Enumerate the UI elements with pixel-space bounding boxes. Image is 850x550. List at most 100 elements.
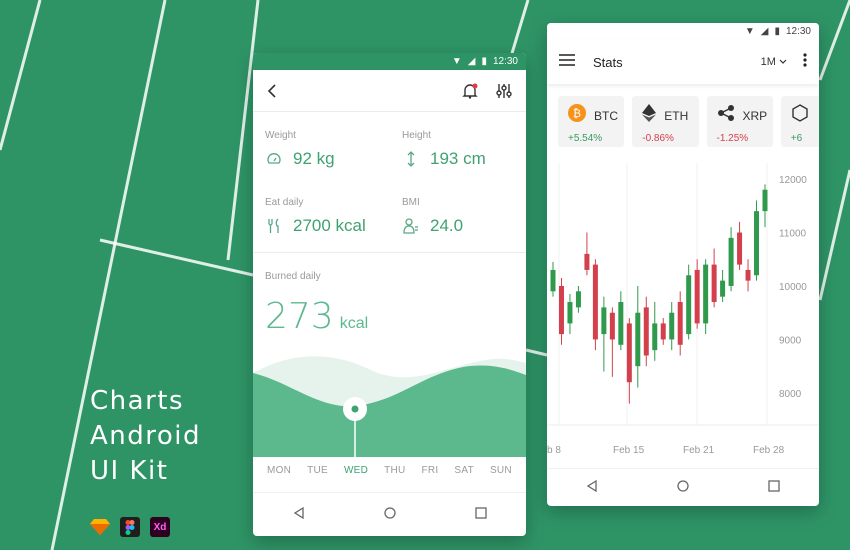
coin-card-btc[interactable]: ₿ BTC +5.54% (558, 96, 625, 147)
page-title: Stats (593, 54, 623, 70)
coin-card-eth[interactable]: ETH -0.86% (632, 96, 699, 147)
y-tick-label: 8000 (779, 389, 802, 400)
candle-down (626, 323, 632, 383)
app-bar (253, 70, 526, 112)
coin-change: +6 (790, 133, 803, 144)
health-phone: ▼ ◢ ▮ 12:30 Weight 92 kg Height 193 cm E… (253, 53, 526, 536)
signal-icon: ◢ (760, 26, 769, 37)
x-tick-label: Feb 15 (613, 445, 645, 456)
range-selector[interactable]: 1M (761, 56, 787, 68)
nav-recents-icon[interactable] (474, 506, 487, 524)
status-bar: ▼ ◢ ▮ 12:30 (547, 23, 819, 40)
candle-up (550, 269, 556, 292)
more-vert-icon[interactable] (803, 52, 807, 72)
metric-bmi: BMI 24.0 (402, 179, 526, 246)
metric-label: Height (402, 130, 431, 141)
candle-up (728, 237, 734, 286)
tool-icons: Xd (90, 517, 170, 537)
metrics-grid: Weight 92 kg Height 193 cm Eat daily 270… (253, 112, 526, 246)
metric-label: Eat daily (265, 197, 304, 208)
day-sat[interactable]: SAT (454, 465, 474, 476)
candle-up (575, 291, 581, 308)
crypto-stats-phone: ▼ ◢ ▮ 12:30 Stats 1M ₿ BTC +5.54% ETH -0… (547, 23, 819, 506)
day-sun[interactable]: SUN (490, 465, 512, 476)
candle-up (567, 302, 573, 324)
candle-down (643, 307, 649, 356)
wifi-icon: ▼ (744, 26, 755, 37)
chevron-down-icon (779, 59, 787, 64)
nav-home-icon[interactable] (677, 479, 689, 497)
coin-card-partial[interactable]: +6 (780, 96, 819, 147)
notification-bell-icon[interactable] (462, 83, 478, 99)
battery-icon: ▮ (481, 56, 487, 67)
candle-down (660, 323, 666, 340)
candle-down (677, 302, 683, 345)
burned-area-chart (253, 356, 526, 457)
xd-icon: Xd (150, 517, 170, 537)
metric-weight: Weight 92 kg (265, 112, 402, 179)
status-time: 12:30 (785, 26, 811, 37)
metric-value: 2700 kcal (293, 216, 366, 235)
nav-back-icon[interactable] (586, 479, 598, 497)
range-value: 1M (760, 56, 776, 68)
sketch-icon (90, 517, 110, 537)
candle-down (745, 269, 751, 281)
coin-card-xrp[interactable]: XRP -1.25% (706, 96, 773, 147)
candle-down (584, 253, 590, 270)
burned-value: 273 (265, 296, 334, 337)
figma-icon (120, 517, 140, 537)
candle-up (669, 312, 675, 340)
coin-change: -0.86% (642, 133, 674, 144)
nav-home-icon[interactable] (383, 506, 396, 524)
coin-change: +5.54% (568, 133, 603, 144)
candle-up (703, 264, 709, 324)
menu-icon[interactable] (559, 53, 575, 71)
candle-up (720, 280, 726, 297)
bitcoin-icon: ₿ (568, 104, 586, 127)
metric-value: 92 kg (293, 149, 335, 168)
signal-icon: ◢ (467, 56, 476, 67)
x-tick-label: b 8 (547, 445, 561, 456)
day-thu[interactable]: THU (384, 465, 405, 476)
day-mon[interactable]: MON (267, 465, 291, 476)
candlestick-chart: 12000 11000 10000 9000 8000 b 8 Feb 15 Feb 21 Fe… (547, 163, 819, 456)
gauge-icon (265, 153, 283, 165)
day-selector: MON TUE WED THU FRI SAT SUN (253, 465, 526, 476)
day-tue[interactable]: TUE (307, 465, 328, 476)
height-arrow-icon (402, 151, 420, 167)
candle-down (694, 269, 700, 324)
headline: Charts Android UI Kit (90, 384, 201, 489)
coin-list: ₿ BTC +5.54% ETH -0.86% XRP -1.25% +6 (547, 84, 819, 147)
nav-recents-icon[interactable] (767, 479, 780, 497)
app-bar: Stats 1M (547, 40, 819, 84)
candle-down (711, 264, 717, 303)
y-tick-label: 12000 (779, 175, 807, 186)
metric-label: Weight (265, 130, 296, 141)
back-icon[interactable] (267, 83, 277, 98)
candle-down (592, 264, 598, 340)
candle-up (686, 275, 692, 335)
day-wed[interactable]: WED (344, 465, 368, 476)
headline-line-2: Android (90, 421, 202, 451)
candle-up (652, 323, 658, 351)
candle-up (754, 211, 760, 276)
filter-sliders-icon[interactable] (496, 83, 512, 99)
coin-change: -1.25% (716, 133, 749, 144)
coin-symbol: XRP (742, 108, 768, 123)
system-nav-bar (547, 468, 819, 506)
y-tick-label: 10000 (779, 282, 807, 293)
coin-symbol: ETH (664, 108, 689, 123)
day-fri[interactable]: FRI (421, 465, 438, 476)
headline-line-1: Charts (90, 386, 184, 416)
candle-down (609, 312, 615, 340)
x-tick-label: Feb 21 (683, 445, 715, 456)
candle-down (737, 232, 743, 265)
nav-back-icon[interactable] (293, 506, 305, 524)
divider (253, 252, 526, 253)
x-tick-label: Feb 28 (753, 445, 785, 456)
ethereum-icon (642, 104, 657, 127)
coin-symbol: BTC (594, 108, 618, 123)
status-bar: ▼ ◢ ▮ 12:30 (253, 53, 526, 70)
battery-icon: ▮ (774, 26, 780, 37)
metric-label: BMI (402, 197, 420, 208)
